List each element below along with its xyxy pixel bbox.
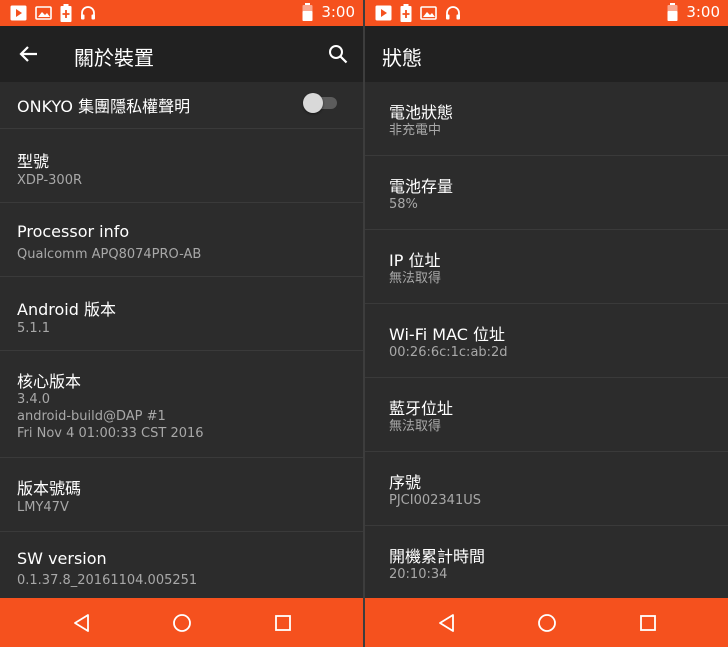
battery-plus-icon: [400, 4, 412, 22]
back-button[interactable]: [14, 39, 44, 69]
navigation-bar: [0, 598, 363, 647]
item-value: 58%: [389, 197, 418, 212]
item-title: Wi-Fi MAC 位址: [389, 325, 505, 344]
nav-home-button[interactable]: [533, 609, 561, 637]
item-title: 藍牙位址: [389, 399, 454, 418]
item-value: 20:10:34: [389, 567, 448, 582]
nav-recents-button[interactable]: [269, 609, 297, 637]
item-title: 核心版本: [17, 372, 82, 391]
search-icon: [329, 45, 348, 64]
list-item-sw-version[interactable]: SW version 0.1.37.8_20161104.005251: [0, 532, 363, 598]
square-recents-icon: [640, 615, 656, 631]
item-value: Qualcomm APQ8074PRO-AB: [17, 247, 202, 262]
nav-back-button[interactable]: [68, 609, 96, 637]
item-value: 非充電中: [389, 123, 442, 138]
item-value: LMY47V: [17, 500, 69, 515]
list-item-build-number[interactable]: 版本號碼 LMY47V: [0, 458, 363, 532]
item-value: 5.1.1: [17, 321, 51, 336]
page-title: 關於裝置: [74, 46, 154, 70]
nav-back-button[interactable]: [433, 609, 461, 637]
item-value-line-1: 3.4.0: [17, 392, 51, 407]
list-item-serial-number[interactable]: 序號 PJCI002341US: [365, 452, 728, 526]
item-title: Processor info: [17, 222, 130, 241]
play-store-icon: [10, 5, 27, 21]
headphones-icon: [80, 5, 96, 21]
search-button[interactable]: [323, 39, 353, 69]
item-title: 電池存量: [389, 177, 454, 196]
status-bar: 3:00: [365, 0, 728, 26]
list-item-uptime[interactable]: 開機累計時間 20:10:34: [365, 526, 728, 598]
item-value: 無法取得: [389, 419, 442, 434]
list-item-bluetooth-address[interactable]: 藍牙位址 無法取得: [365, 378, 728, 452]
screenshot-pair: 3:00 關於裝置 ONKYO 集團隱私權聲明 型號 XDP-300R Proc…: [0, 0, 728, 647]
item-title: SW version: [17, 549, 107, 568]
navigation-bar: [365, 598, 728, 647]
clock: 3:00: [321, 3, 355, 21]
item-title: Android 版本: [17, 300, 116, 319]
item-value: XDP-300R: [17, 173, 83, 188]
triangle-back-icon: [74, 614, 89, 632]
circle-home-icon: [538, 614, 556, 632]
panel-divider: [363, 0, 365, 647]
privacy-toggle[interactable]: [303, 93, 339, 113]
item-value: 0.1.37.8_20161104.005251: [17, 573, 198, 588]
list-item-model[interactable]: 型號 XDP-300R: [0, 129, 363, 203]
privacy-policy-row[interactable]: ONKYO 集團隱私權聲明: [0, 82, 363, 129]
status-bar: 3:00: [0, 0, 363, 26]
item-value: 00:26:6c:1c:ab:2d: [389, 345, 508, 360]
list-item-kernel-version[interactable]: 核心版本 3.4.0 android-build@DAP #1 Fri Nov …: [0, 351, 363, 458]
image-icon: [35, 5, 52, 21]
app-bar: 狀態: [365, 26, 728, 82]
item-title: IP 位址: [389, 251, 441, 270]
list-item-android-version[interactable]: Android 版本 5.1.1: [0, 277, 363, 351]
image-icon: [420, 5, 437, 21]
arrow-left-icon: [19, 46, 37, 62]
item-title: 電池狀態: [389, 103, 454, 122]
item-value: 無法取得: [389, 271, 442, 286]
privacy-policy-label: ONKYO 集團隱私權聲明: [17, 97, 191, 116]
list-item-wifi-mac[interactable]: Wi-Fi MAC 位址 00:26:6c:1c:ab:2d: [365, 304, 728, 378]
battery-plus-icon: [60, 4, 72, 22]
nav-recents-button[interactable]: [634, 609, 662, 637]
play-store-icon: [375, 5, 392, 21]
about-device-list: ONKYO 集團隱私權聲明 型號 XDP-300R Processor info…: [0, 82, 363, 598]
item-title: 開機累計時間: [389, 547, 486, 566]
triangle-back-icon: [439, 614, 454, 632]
item-value-line-2: android-build@DAP #1: [17, 409, 166, 424]
list-item-processor[interactable]: Processor info Qualcomm APQ8074PRO-AB: [0, 203, 363, 277]
battery-icon: [302, 3, 313, 21]
status-screen: 3:00 狀態 電池狀態 非充電中 電池存量 58% IP 位址 無法取得 Wi…: [365, 0, 728, 647]
list-item-ip-address[interactable]: IP 位址 無法取得: [365, 230, 728, 304]
app-bar: 關於裝置: [0, 26, 363, 82]
battery-icon: [667, 3, 678, 21]
item-value: PJCI002341US: [389, 493, 481, 508]
about-device-screen: 3:00 關於裝置 ONKYO 集團隱私權聲明 型號 XDP-300R Proc…: [0, 0, 363, 647]
item-title: 序號: [389, 473, 422, 492]
square-recents-icon: [275, 615, 291, 631]
item-value-line-3: Fri Nov 4 01:00:33 CST 2016: [17, 426, 204, 441]
list-item-battery-status[interactable]: 電池狀態 非充電中: [365, 82, 728, 156]
list-item-battery-level[interactable]: 電池存量 58%: [365, 156, 728, 230]
headphones-icon: [445, 5, 461, 21]
page-title: 狀態: [382, 46, 422, 70]
item-title: 型號: [17, 152, 50, 171]
item-title: 版本號碼: [17, 479, 82, 498]
clock: 3:00: [686, 3, 720, 21]
circle-home-icon: [173, 614, 191, 632]
nav-home-button[interactable]: [168, 609, 196, 637]
status-list: 電池狀態 非充電中 電池存量 58% IP 位址 無法取得 Wi-Fi MAC …: [365, 82, 728, 598]
